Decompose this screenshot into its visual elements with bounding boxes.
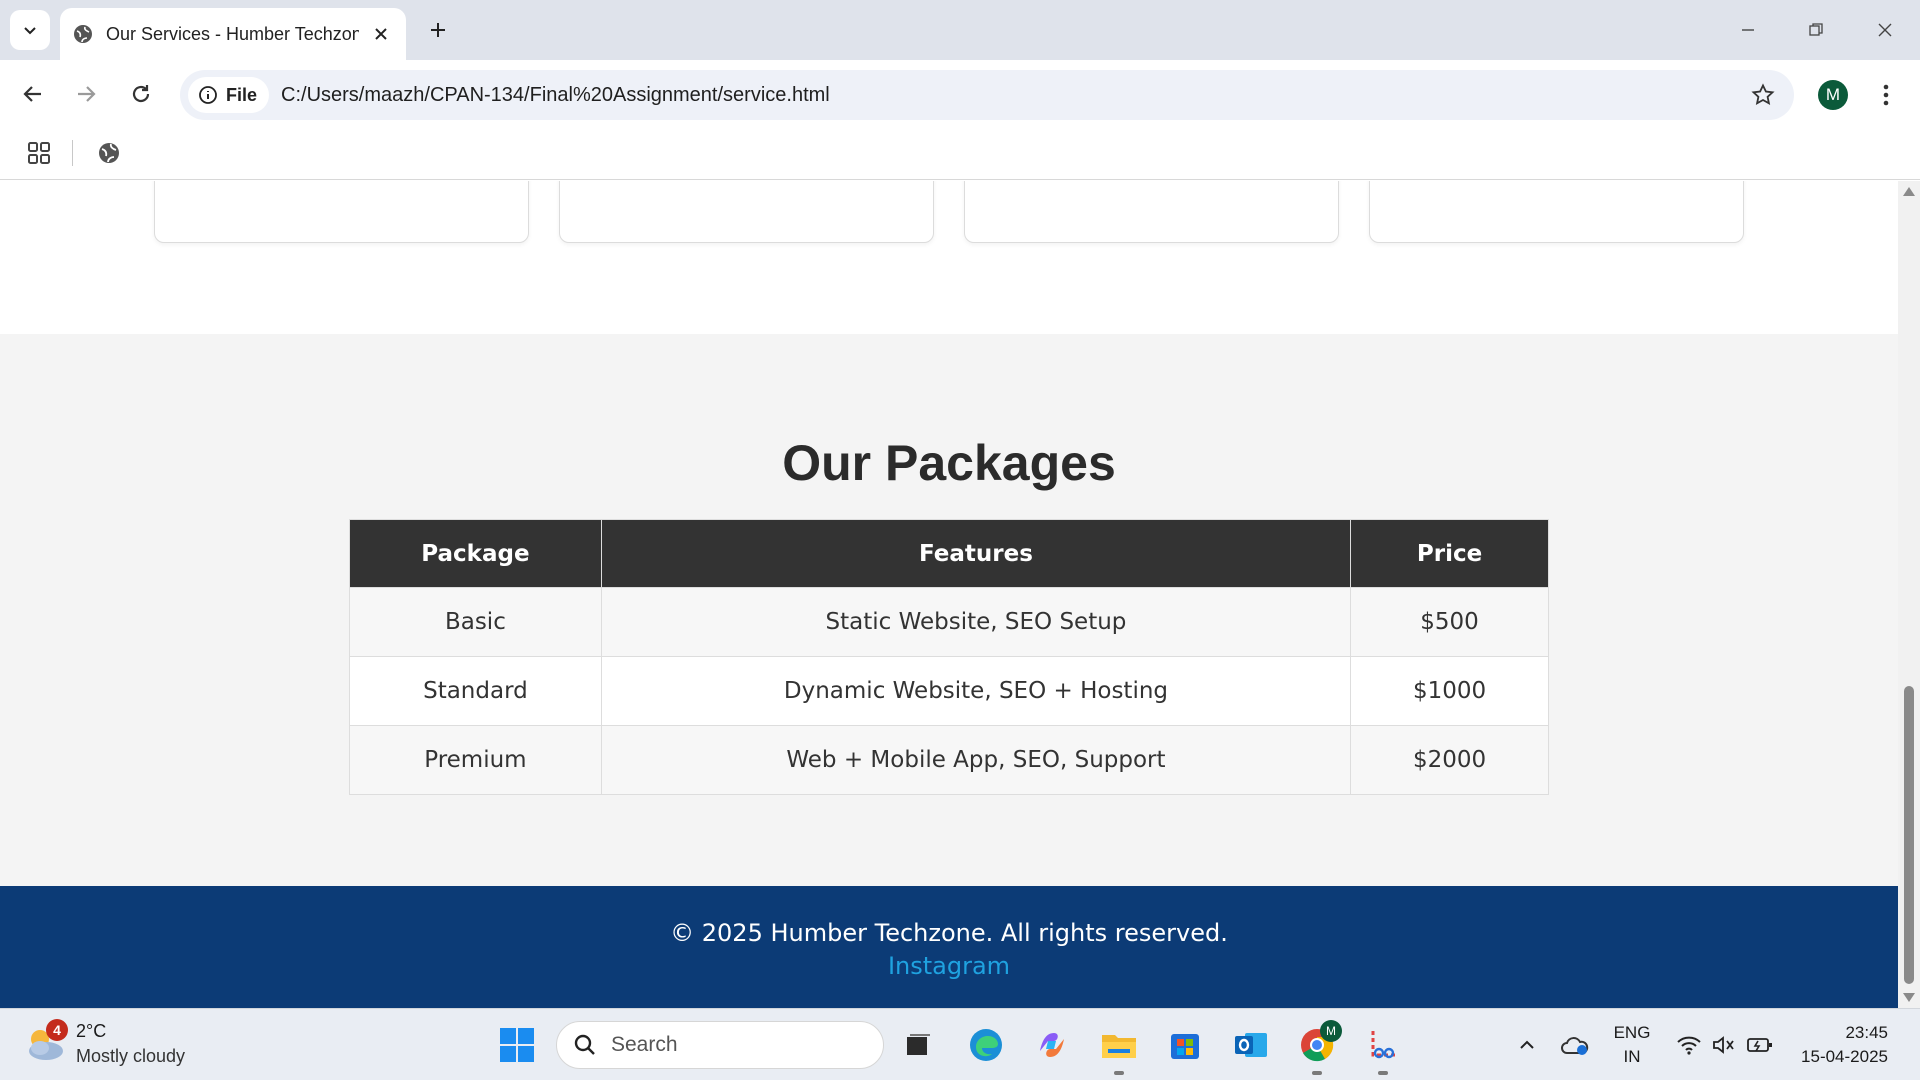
column-header-price: Price	[1350, 519, 1549, 588]
minimize-icon	[1742, 29, 1754, 31]
language-indicator[interactable]: ENG	[1610, 1023, 1654, 1043]
close-icon	[1878, 23, 1892, 37]
close-tab-icon[interactable]	[369, 21, 394, 47]
plus-icon	[431, 23, 445, 37]
package-price: $500	[1350, 587, 1549, 657]
vertical-scrollbar[interactable]	[1898, 181, 1920, 1008]
copilot-icon[interactable]	[1032, 1025, 1072, 1065]
tab-title: Our Services - Humber Techzone	[106, 23, 359, 44]
restore-button[interactable]	[1802, 16, 1830, 44]
table-header-row: Package Features Price	[349, 519, 1549, 588]
scroll-up-arrow[interactable]	[1903, 187, 1915, 196]
service-card	[559, 181, 934, 243]
globe-icon[interactable]	[96, 140, 122, 166]
package-name: Standard	[349, 656, 602, 726]
url-text[interactable]: C:/Users/maazh/CPAN-134/Final%20Assignme…	[281, 84, 830, 107]
info-icon	[199, 86, 217, 104]
wifi-icon[interactable]	[1669, 1025, 1709, 1065]
temperature-text[interactable]: 2°C	[76, 1021, 106, 1042]
bookmarks-bar	[0, 128, 1920, 180]
weather-condition-text[interactable]: Mostly cloudy	[76, 1046, 185, 1067]
site-info-chip[interactable]: File	[188, 77, 270, 113]
taskbar-search-box[interactable]: Search	[556, 1021, 884, 1069]
scrollbar-thumb[interactable]	[1904, 686, 1914, 984]
clock-time[interactable]: 23:45	[1800, 1023, 1888, 1043]
forward-button[interactable]	[68, 76, 104, 112]
microsoft-store-icon[interactable]	[1165, 1025, 1205, 1065]
table-row: Standard Dynamic Website, SEO + Hosting …	[349, 656, 1549, 726]
snipping-tool-icon[interactable]	[1363, 1025, 1403, 1065]
tab-search-button[interactable]	[10, 10, 50, 50]
instagram-link[interactable]: Instagram	[0, 952, 1898, 980]
reload-button[interactable]	[123, 76, 159, 112]
service-card	[154, 181, 529, 243]
task-view-icon[interactable]	[897, 1025, 937, 1065]
copyright-text: © 2025 Humber Techzone. All rights reser…	[670, 919, 1228, 947]
packages-title: Our Packages	[782, 435, 1116, 491]
close-window-button[interactable]	[1871, 16, 1899, 44]
chip-label: File	[226, 84, 258, 105]
battery-icon[interactable]	[1740, 1025, 1780, 1065]
browser-tab[interactable]: Our Services - Humber Techzone	[60, 8, 406, 60]
minimize-button[interactable]	[1734, 16, 1762, 44]
show-hidden-icons-chevron-icon[interactable]	[1507, 1025, 1547, 1065]
service-card	[964, 181, 1339, 243]
packages-table: Package Features Price Basic Static Webs…	[349, 519, 1549, 795]
package-price: $2000	[1350, 725, 1549, 795]
active-app-indicator	[1312, 1071, 1322, 1075]
new-tab-button[interactable]	[424, 16, 452, 44]
search-icon	[574, 1034, 595, 1055]
bookmark-star-icon[interactable]	[1750, 82, 1776, 108]
clock-date[interactable]: 15-04-2025	[1786, 1047, 1888, 1067]
package-name: Premium	[349, 725, 602, 795]
service-card	[1369, 181, 1744, 243]
bookmarks-divider	[72, 140, 73, 166]
back-button[interactable]	[15, 76, 51, 112]
search-placeholder: Search	[611, 1033, 678, 1056]
start-button[interactable]	[497, 1025, 537, 1065]
restore-icon	[1809, 23, 1823, 36]
menu-button[interactable]	[1872, 80, 1900, 110]
package-price: $1000	[1350, 656, 1549, 726]
region-indicator[interactable]: IN	[1610, 1047, 1654, 1067]
package-features: Static Website, SEO Setup	[600, 587, 1352, 657]
column-header-features: Features	[600, 519, 1352, 588]
page-viewport: Our Packages Package Features Price Basi…	[0, 181, 1898, 1008]
file-explorer-icon[interactable]	[1099, 1025, 1139, 1065]
outlook-icon[interactable]	[1231, 1025, 1271, 1065]
active-app-indicator	[1378, 1071, 1388, 1075]
reload-icon	[132, 85, 150, 103]
scroll-down-arrow[interactable]	[1903, 993, 1915, 1002]
chevron-down-icon	[24, 27, 36, 35]
profile-avatar[interactable]: M	[1818, 80, 1848, 110]
tab-strip: Our Services - Humber Techzone	[0, 0, 1920, 60]
arrow-right-icon	[78, 86, 96, 102]
package-name: Basic	[349, 587, 602, 657]
arrow-left-icon	[23, 86, 41, 102]
packages-section: Our Packages Package Features Price Basi…	[0, 334, 1898, 886]
onedrive-cloud-icon[interactable]	[1555, 1025, 1595, 1065]
column-header-package: Package	[349, 519, 602, 588]
globe-icon	[72, 23, 94, 45]
windows-logo-icon	[500, 1028, 534, 1062]
address-bar[interactable]: File C:/Users/maazh/CPAN-134/Final%20Ass…	[180, 70, 1794, 120]
taskbar: 4 2°C Mostly cloudy Search M ENG IN 23:4…	[0, 1008, 1920, 1080]
more-vertical-icon	[1883, 84, 1889, 106]
volume-muted-icon[interactable]	[1704, 1025, 1744, 1065]
table-row: Basic Static Website, SEO Setup $500	[349, 587, 1549, 657]
package-features: Web + Mobile App, SEO, Support	[600, 725, 1352, 795]
browser-toolbar: File C:/Users/maazh/CPAN-134/Final%20Ass…	[0, 60, 1920, 128]
edge-browser-icon[interactable]	[966, 1025, 1006, 1065]
chrome-profile-badge: M	[1320, 1020, 1342, 1042]
weather-badge: 4	[46, 1019, 68, 1041]
site-footer: © 2025 Humber Techzone. All rights reser…	[0, 886, 1898, 1008]
apps-grid-icon[interactable]	[26, 140, 52, 166]
table-row: Premium Web + Mobile App, SEO, Support $…	[349, 725, 1549, 795]
package-features: Dynamic Website, SEO + Hosting	[600, 656, 1352, 726]
active-app-indicator	[1114, 1071, 1124, 1075]
